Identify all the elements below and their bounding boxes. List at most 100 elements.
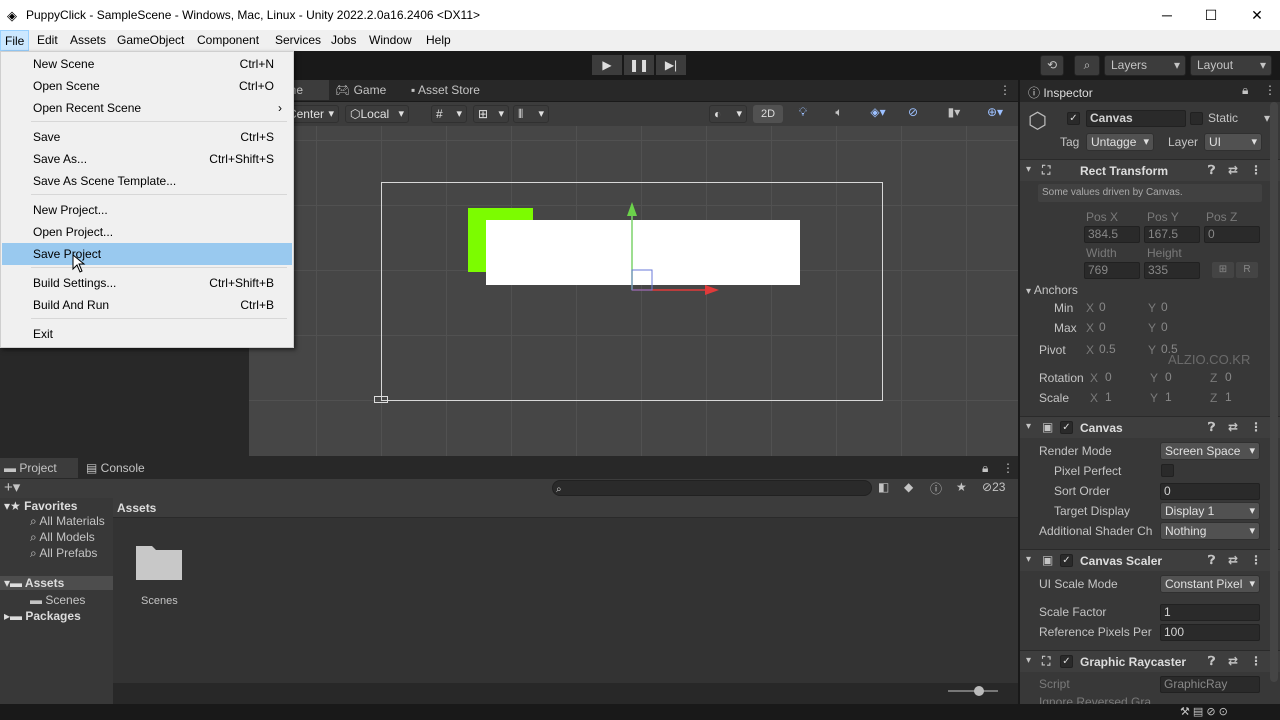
scaley-field[interactable]: 1 [1162,390,1206,407]
maximize-button[interactable]: ☐ [1188,0,1234,30]
scalex-field[interactable]: 1 [1102,390,1146,407]
search-icon[interactable]: ⌕ [1074,55,1100,76]
menu-help[interactable]: Help [426,33,451,47]
lighting-icon[interactable]: 💡︎ [793,105,813,120]
tab-project[interactable]: ▬ Project [0,458,78,478]
draw-mode-dropdown[interactable]: ◐ [709,105,747,123]
rotx-field[interactable]: 0 [1102,370,1146,387]
presets-icon[interactable]: ⇄ [1228,553,1238,567]
static-checkbox[interactable] [1190,112,1203,125]
rect-transform-header[interactable]: ▾ ⛶ Rect Transform ❓︎ ⇄ ⋮ [1020,159,1280,181]
object-name-field[interactable]: Canvas [1086,110,1186,127]
pixel-perfect-checkbox[interactable] [1161,464,1174,477]
menu-jobs[interactable]: Jobs [331,33,356,47]
project-search-input[interactable]: ⌕ [552,480,872,496]
favorites-header[interactable]: ▾★ Favorites [4,499,77,513]
menu-gameobject[interactable]: GameObject [117,33,184,47]
inspector-tab[interactable]: ⓘ Inspector 🔒︎ ⋮ [1020,80,1280,102]
menu-item-build-and-run[interactable]: Build And Run Ctrl+B [2,294,292,316]
rotz-field[interactable]: 0 [1222,370,1266,387]
presets-icon[interactable]: ⇄ [1228,654,1238,668]
presets-icon[interactable]: ⇄ [1228,163,1238,177]
anchor-maxy-field[interactable]: 0 [1158,320,1204,337]
info-icon[interactable]: ⓘ [930,480,942,497]
help-icon[interactable]: ❓︎ [1208,420,1215,435]
presets-icon[interactable]: ⇄ [1228,420,1238,434]
more-options-icon[interactable]: ⋮ [1250,553,1262,567]
grid-snap-dropdown[interactable]: # [431,105,467,123]
more-options-icon[interactable]: ⋮ [1264,83,1276,97]
menu-edit[interactable]: Edit [37,33,58,47]
canvas-corner-handle[interactable] [374,396,388,403]
anchor-minx-field[interactable]: 0 [1096,300,1144,317]
menu-item-open-project[interactable]: Open Project... [2,221,292,243]
raycaster-enabled-checkbox[interactable]: ✓ [1060,655,1073,668]
more-options-icon[interactable]: ⋮ [1002,458,1014,478]
minimize-button[interactable]: ─ [1144,0,1190,30]
menu-item-new-project[interactable]: New Project... [2,199,292,221]
zoom-slider[interactable] [948,690,998,692]
posz-field[interactable]: 0 [1204,226,1260,243]
canvas-enabled-checkbox[interactable]: ✓ [1060,421,1073,434]
menu-component[interactable]: Component [197,33,259,47]
audio-icon[interactable]: 🔈︎ [829,105,849,120]
breadcrumb-assets[interactable]: Assets [117,501,156,515]
help-icon[interactable]: ❓︎ [1208,163,1215,178]
pivot-dropdown[interactable]: Center [289,105,339,123]
blueprint-mode-button[interactable]: ⊞ [1212,262,1234,278]
menu-services[interactable]: Services [275,33,321,47]
tab-asset-store[interactable]: ▪ Asset Store [411,80,480,100]
anchor-maxx-field[interactable]: 0 [1096,320,1144,337]
hidden-packages-icon[interactable]: ⊘23 [982,480,1005,494]
lock-icon[interactable]: 🔒︎ [982,458,988,478]
menu-item-save[interactable]: Save Ctrl+S [2,126,292,148]
render-mode-dropdown[interactable]: Screen Space [1160,442,1260,460]
canvas-scaler-header[interactable]: ▾ ▣ ✓ Canvas Scaler ❓︎ ⇄ ⋮ [1020,549,1280,571]
ui-scale-mode-dropdown[interactable]: Constant Pixel [1160,575,1260,593]
history-icon[interactable]: ⟲ [1040,55,1064,76]
increment-snap-dropdown[interactable]: ⦀ [513,105,549,123]
space-dropdown[interactable]: ⬡Local [345,105,409,123]
sort-order-field[interactable]: 0 [1160,483,1260,500]
tree-item-assets[interactable]: ▾▬ Assets [0,576,113,590]
menu-item-open-scene[interactable]: Open Scene Ctrl+O [2,75,292,97]
menu-file[interactable]: File [0,30,30,51]
reference-pixels-field[interactable]: 100 [1160,624,1260,641]
canvas-scaler-enabled-checkbox[interactable]: ✓ [1060,554,1073,567]
hidden-objects-icon[interactable]: ⊘ [903,105,923,119]
canvas-component-header[interactable]: ▾ ▣ ✓ Canvas ❓︎ ⇄ ⋮ [1020,416,1280,438]
move-gizmo[interactable] [619,200,729,300]
pause-button[interactable]: ❚❚ [624,55,654,75]
tree-item-all-models[interactable]: ⌕ All Models [30,530,95,545]
active-checkbox[interactable]: ✓ [1067,112,1080,125]
anchors-foldout[interactable]: ▾ Anchors [1026,283,1078,297]
menu-window[interactable]: Window [369,33,412,47]
anchor-miny-field[interactable]: 0 [1158,300,1204,317]
menu-item-exit[interactable]: Exit [2,323,292,345]
raw-edit-button[interactable]: R [1236,262,1258,278]
menu-assets[interactable]: Assets [70,33,106,47]
shader-channels-dropdown[interactable]: Nothing [1160,522,1260,540]
folder-scenes[interactable]: Scenes [133,538,185,608]
gizmos-icon[interactable]: ⊕▾ [977,105,1013,119]
step-button[interactable]: ▶| [656,55,686,75]
more-options-icon[interactable]: ⋮ [1250,654,1262,668]
menu-item-open-recent-scene[interactable]: Open Recent Scene › [2,97,292,119]
menu-item-save-as[interactable]: Save As... Ctrl+Shift+S [2,148,292,170]
tree-item-scenes[interactable]: ▬ Scenes [30,593,85,607]
scene-viewport[interactable] [249,126,1018,456]
tree-item-packages[interactable]: ▸▬ Packages [4,609,81,623]
scalez-field[interactable]: 1 [1222,390,1266,407]
effects-icon[interactable]: ◈▾ [863,105,893,119]
menu-item-save-project[interactable]: Save Project [2,243,292,265]
target-display-dropdown[interactable]: Display 1 [1160,502,1260,520]
lock-icon[interactable]: 🔒︎ [1242,83,1248,98]
more-options-icon[interactable]: ⋮ [1250,420,1262,434]
scale-factor-field[interactable]: 1 [1160,604,1260,621]
inspector-scrollbar[interactable] [1270,102,1278,682]
camera-icon[interactable]: ▮▾ [939,105,969,119]
search-by-label-icon[interactable]: ◆ [904,480,913,494]
2d-toggle[interactable]: 2D [753,105,783,123]
help-icon[interactable]: ❓︎ [1208,553,1215,568]
tab-console[interactable]: ▤ Console [86,458,145,478]
